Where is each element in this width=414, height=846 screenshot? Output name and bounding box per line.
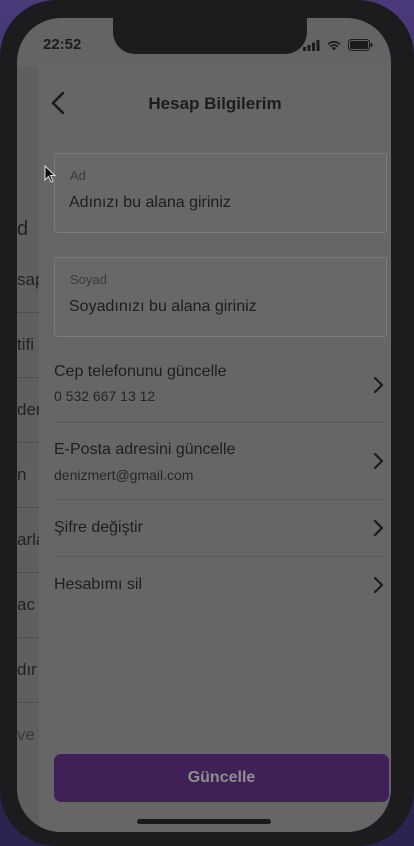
divider xyxy=(17,572,39,573)
divider xyxy=(17,507,39,508)
delete-account-row[interactable]: Hesabımı sil xyxy=(54,557,387,615)
device-frame: 22:52 d sap tifi den n xyxy=(0,0,414,846)
last-name-input[interactable] xyxy=(69,298,369,316)
home-indicator xyxy=(137,819,271,824)
update-button[interactable]: Güncelle xyxy=(54,754,389,802)
update-email-title: E-Posta adresini güncelle xyxy=(54,441,236,458)
chevron-right-icon xyxy=(373,376,384,394)
divider xyxy=(17,702,39,703)
notch xyxy=(113,18,307,54)
underlying-sidebar: d sap tifi den n arla ac dır ve xyxy=(17,66,39,832)
chevron-right-icon xyxy=(373,519,384,537)
account-panel: Hesap Bilgilerim Ad Soyad Cep telefonunu… xyxy=(39,66,391,832)
screen: 22:52 d sap tifi den n xyxy=(17,18,391,832)
signal-icon xyxy=(303,38,320,56)
underlying-sidebar-item: n xyxy=(17,465,27,484)
change-password-title: Şifre değiştir xyxy=(54,519,143,536)
last-name-label: Soyad xyxy=(70,272,107,287)
first-name-field[interactable]: Ad xyxy=(54,153,387,233)
divider xyxy=(17,442,39,443)
change-password-row[interactable]: Şifre değiştir xyxy=(54,500,387,557)
underlying-sidebar-item: den xyxy=(17,400,39,419)
update-phone-row[interactable]: Cep telefonunu güncelle 0 532 667 13 12 xyxy=(54,348,387,423)
underlying-sidebar-item: tifi xyxy=(17,335,34,354)
underlying-sidebar-item: d xyxy=(17,218,29,240)
wifi-icon xyxy=(326,38,342,56)
underlying-sidebar-item: arla xyxy=(17,530,39,549)
divider xyxy=(17,637,39,638)
battery-icon xyxy=(348,38,373,56)
underlying-sidebar-item: ve xyxy=(17,725,35,744)
status-icons xyxy=(303,38,373,56)
first-name-label: Ad xyxy=(70,168,86,183)
email-address: denizmert@gmail.com xyxy=(54,467,194,483)
last-name-field[interactable]: Soyad xyxy=(54,257,387,337)
header: Hesap Bilgilerim xyxy=(39,86,391,120)
underlying-sidebar-item: dır xyxy=(17,660,37,679)
underlying-sidebar-item: sap xyxy=(17,270,39,289)
delete-account-title: Hesabımı sil xyxy=(54,576,143,593)
first-name-input[interactable] xyxy=(69,194,369,212)
divider xyxy=(17,312,39,313)
page-title: Hesap Bilgilerim xyxy=(148,94,282,113)
update-phone-title: Cep telefonunu güncelle xyxy=(54,363,227,380)
chevron-right-icon xyxy=(373,576,384,594)
underlying-sidebar-item: ac xyxy=(17,595,35,614)
chevron-right-icon xyxy=(373,452,384,470)
divider xyxy=(17,377,39,378)
mouse-cursor-icon xyxy=(44,165,56,183)
status-time: 22:52 xyxy=(43,36,82,53)
phone-number: 0 532 667 13 12 xyxy=(54,388,156,404)
update-email-row[interactable]: E-Posta adresini güncelle denizmert@gmai… xyxy=(54,423,387,500)
